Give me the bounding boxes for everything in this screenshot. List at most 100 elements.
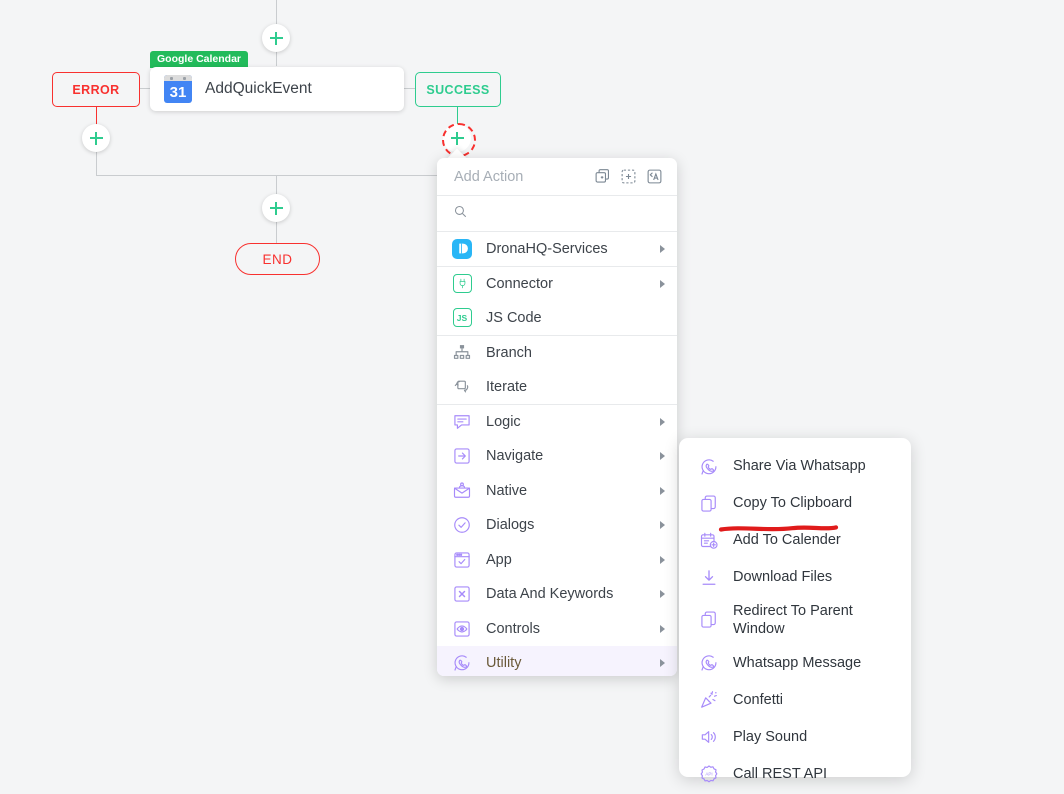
menu-item-label: JS Code <box>486 309 542 326</box>
search-icon <box>453 204 468 224</box>
submenu-item-copy-to-clipboard[interactable]: Copy To Clipboard <box>679 485 911 522</box>
duplicate-action-icon[interactable] <box>594 168 611 185</box>
submenu-item-share-via-whatsapp[interactable]: Share Via Whatsapp <box>679 448 911 485</box>
edge-success-down <box>457 106 458 124</box>
submenu-item-label: Add To Calender <box>733 532 841 549</box>
submenu-item-play-sound[interactable]: Play Sound <box>679 718 911 755</box>
chevron-right-icon <box>660 659 665 668</box>
submenu-item-confetti[interactable]: Confetti <box>679 681 911 718</box>
dialogs-icon <box>451 514 473 536</box>
app-icon <box>451 549 473 571</box>
chevron-right-icon <box>660 624 665 633</box>
add-to-selection-icon[interactable] <box>620 168 637 185</box>
menu-item-data-and-keywords[interactable]: Data And Keywords <box>437 577 677 612</box>
flow-canvas: ERROR SUCCESS Google Calendar 31 AddQuic… <box>0 0 1064 794</box>
whatsapp-icon <box>699 653 719 673</box>
success-branch-badge[interactable]: SUCCESS <box>415 72 501 107</box>
edge-merge-to-plus <box>276 175 277 194</box>
menu-item-iterate[interactable]: Iterate <box>437 370 677 405</box>
calendar-top-bar <box>164 75 192 81</box>
paste-action-icon[interactable] <box>646 168 663 185</box>
panel-header-actions <box>594 168 663 185</box>
action-category-list: DronaHQ-Services Connector JS JS Code Branch… <box>437 232 677 676</box>
logic-icon <box>451 411 473 433</box>
menu-item-label: Dialogs <box>486 517 535 534</box>
menu-item-label: Navigate <box>486 448 544 465</box>
submenu-item-add-to-calender[interactable]: Add To Calender <box>679 522 911 559</box>
menu-item-label: Native <box>486 482 528 499</box>
error-branch-badge[interactable]: ERROR <box>52 72 140 107</box>
menu-item-logic[interactable]: Logic <box>437 405 677 440</box>
native-icon <box>451 480 473 502</box>
menu-item-label: Connector <box>486 275 553 292</box>
submenu-item-label: Call REST API <box>733 765 828 782</box>
utility-submenu-list: Share Via Whatsapp Copy To Clipboard Add T… <box>679 448 911 794</box>
navigate-icon <box>451 445 473 467</box>
chevron-right-icon <box>660 452 665 461</box>
menu-item-js-code[interactable]: JS JS Code <box>437 301 677 336</box>
menu-item-navigate[interactable]: Navigate <box>437 439 677 474</box>
submenu-item-whatsapp-message[interactable]: Whatsapp Message <box>679 644 911 681</box>
submenu-item-label: Share Via Whatsapp <box>733 458 866 475</box>
copy-icon <box>699 494 719 514</box>
js-code-icon: JS <box>451 307 473 329</box>
end-node[interactable]: END <box>235 243 320 275</box>
edge-top-vertical <box>276 0 277 24</box>
menu-item-native[interactable]: Native <box>437 474 677 509</box>
download-icon <box>699 568 719 588</box>
edge-error-down <box>96 106 97 126</box>
iterate-icon <box>451 376 473 398</box>
action-node-title: AddQuickEvent <box>205 80 312 97</box>
speaker-icon <box>699 727 719 747</box>
menu-item-controls[interactable]: Controls <box>437 612 677 647</box>
svg-text:API: API <box>705 771 712 776</box>
add-step-top-button[interactable] <box>262 24 290 52</box>
panel-search-row[interactable] <box>437 196 677 232</box>
plus-icon <box>269 31 283 45</box>
menu-item-app[interactable]: App <box>437 543 677 578</box>
whatsapp-icon <box>699 457 719 477</box>
submenu-item-download-files[interactable]: Download Files <box>679 559 911 596</box>
submenu-item-label: Copy To Clipboard <box>733 495 853 512</box>
add-step-error-button[interactable] <box>82 124 110 152</box>
menu-item-label: DronaHQ-Services <box>486 240 608 257</box>
menu-item-label: Iterate <box>486 378 528 395</box>
edge-plus-to-end <box>276 222 277 243</box>
menu-item-dialogs[interactable]: Dialogs <box>437 508 677 543</box>
utility-submenu: Share Via Whatsapp Copy To Clipboard Add T… <box>679 438 911 783</box>
edge-top-to-node <box>276 50 277 66</box>
chevron-right-icon <box>660 417 665 426</box>
menu-item-connector[interactable]: Connector <box>437 267 677 302</box>
confetti-icon <box>699 690 719 710</box>
chevron-right-icon <box>660 521 665 530</box>
menu-item-dronahq-services[interactable]: DronaHQ-Services <box>437 232 677 267</box>
submenu-item-label: Play Sound <box>733 728 808 745</box>
action-node-card[interactable]: 31 AddQuickEvent <box>150 67 404 111</box>
panel-title: Add Action <box>454 168 524 185</box>
menu-item-label: Branch <box>486 344 532 361</box>
google-calendar-icon: 31 <box>164 75 192 103</box>
dronahq-icon <box>451 238 473 260</box>
menu-item-label: Logic <box>486 413 521 430</box>
branch-icon <box>451 342 473 364</box>
search-input[interactable] <box>478 205 662 222</box>
plus-icon <box>89 131 103 145</box>
add-step-end-button[interactable] <box>262 194 290 222</box>
chevron-right-icon <box>660 486 665 495</box>
menu-item-utility[interactable]: Utility <box>437 646 677 676</box>
connector-icon <box>451 273 473 295</box>
copy-icon <box>699 610 719 630</box>
submenu-item-label: Redirect To Parent Window <box>733 603 853 638</box>
menu-item-label: Data And Keywords <box>486 586 614 603</box>
menu-item-branch[interactable]: Branch <box>437 336 677 371</box>
utility-icon <box>451 652 473 674</box>
submenu-item-redirect-to-parent-window[interactable]: Redirect To Parent Window <box>679 596 911 644</box>
menu-item-label: Controls <box>486 620 540 637</box>
calendar-day-number: 31 <box>169 84 187 101</box>
add-calendar-icon <box>699 531 719 551</box>
panel-header: Add Action <box>437 158 677 196</box>
api-icon: API <box>699 764 719 784</box>
plus-icon <box>269 201 283 215</box>
chevron-right-icon <box>660 590 665 599</box>
submenu-item-call-rest-api[interactable]: API Call REST API <box>679 755 911 792</box>
